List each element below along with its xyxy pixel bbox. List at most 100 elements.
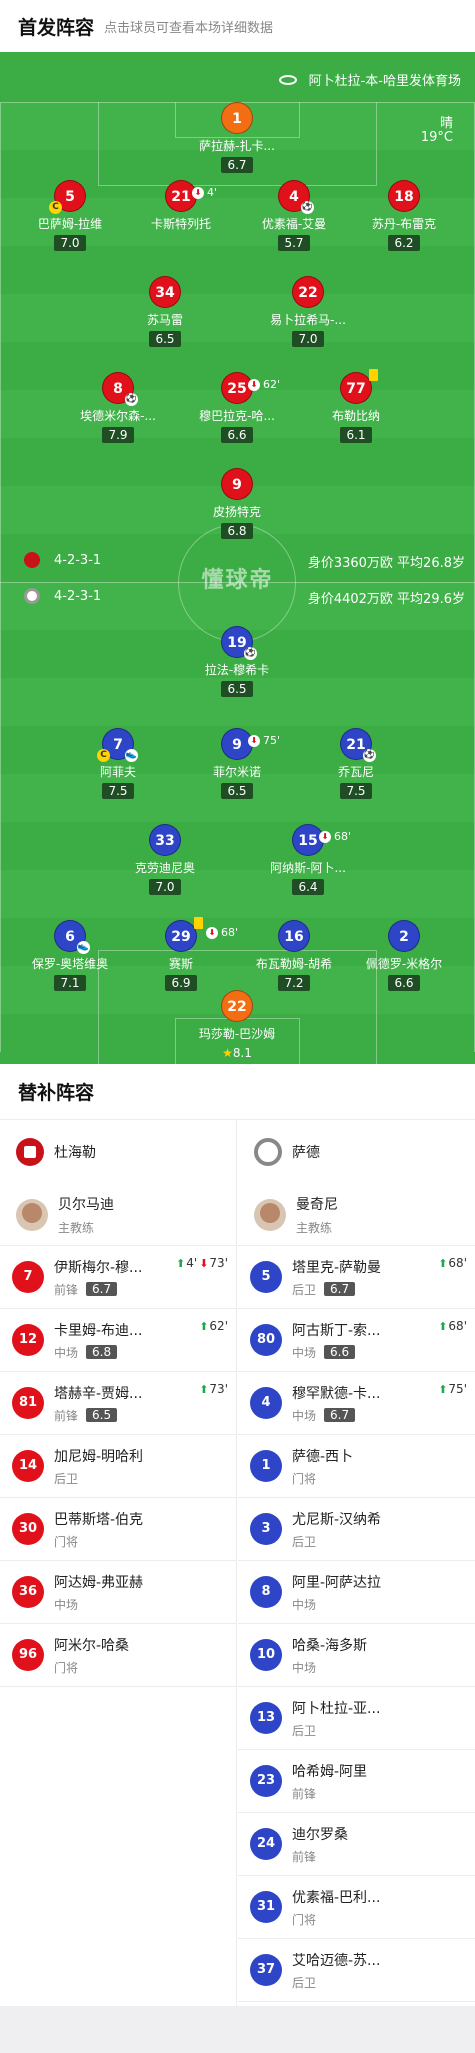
sub-player-number: 31	[250, 1891, 282, 1923]
home-player-18[interactable]: 18 苏丹-布雷克 6.2	[349, 180, 459, 251]
sub-events: ⬆ 73'	[199, 1382, 228, 1396]
away-player-22[interactable]: 22 玛莎勒-巴沙姆 ★8.1	[182, 990, 292, 1061]
home-player-4[interactable]: 4 ⚽ 优素福-艾曼 5.7	[239, 180, 349, 251]
home-player-8[interactable]: 8 ⚽ 埃德米尔森-... 7.9	[63, 372, 173, 443]
away-coach[interactable]: 曼奇尼 主教练	[238, 1184, 475, 1246]
sub-player-row[interactable]: 1 萨德-西卜 门将	[238, 1435, 475, 1498]
away-player-15[interactable]: 15 ⬇ 68' 阿纳斯-阿卜... 6.4	[253, 824, 363, 895]
player-rating: 7.9	[102, 427, 134, 443]
sub-player-name: 阿卜杜拉-亚...	[292, 1700, 381, 1717]
sub-player-row[interactable]: 7 伊斯梅尔-穆... 前锋 6.7 ⬆ 4' ⬇ 73'	[0, 1246, 236, 1309]
away-player-21[interactable]: 21 ⚽ 乔瓦尼 7.5	[301, 728, 411, 799]
sub-player-name: 阿达姆-弗亚赫	[54, 1574, 144, 1591]
away-player-7[interactable]: 7 C 👟 阿菲夫 7.5	[63, 728, 173, 799]
sub-player-row[interactable]: 23 哈希姆-阿里 前锋	[238, 1750, 475, 1813]
sub-player-row[interactable]: 3 尤尼斯-汉纳希 后卫	[238, 1498, 475, 1561]
sub-player-name: 塔赫辛-贾姆...	[54, 1385, 143, 1402]
captain-icon: C	[97, 749, 110, 762]
substitution-icon: ⬇	[248, 379, 260, 391]
player-number: 33	[149, 824, 181, 856]
sub-player-number: 23	[250, 1765, 282, 1797]
sub-in-icon: ⬆	[438, 1382, 448, 1396]
player-number: 29	[171, 929, 191, 945]
home-team-header[interactable]: 杜海勒	[0, 1120, 236, 1184]
sub-player-row[interactable]: 96 阿米尔-哈桑 门将	[0, 1624, 236, 1687]
home-player-21[interactable]: 21 ⬇ 4' 卡斯特列托	[126, 180, 236, 232]
away-player-33[interactable]: 33 克劳迪尼奥 7.0	[110, 824, 220, 895]
sub-player-position: 中场	[54, 1345, 79, 1360]
sub-player-row[interactable]: 36 阿达姆-弗亚赫 中场	[0, 1561, 236, 1624]
away-player-2[interactable]: 2 佩德罗-米格尔 6.6	[349, 920, 459, 991]
player-number: 9	[221, 468, 253, 500]
sub-player-name: 阿米尔-哈桑	[54, 1637, 130, 1654]
sub-player-position: 中场	[292, 1660, 317, 1675]
home-player-34[interactable]: 34 苏马雷 6.5	[110, 276, 220, 347]
assist-icon: 👟	[125, 749, 138, 762]
home-player-9[interactable]: 9 皮扬特克 6.8	[182, 468, 292, 539]
sub-player-number: 5	[250, 1261, 282, 1293]
home-team-name: 杜海勒	[54, 1145, 96, 1161]
sub-player-row[interactable]: 80 阿古斯丁-索... 中场 6.6 ⬆ 68'	[238, 1309, 475, 1372]
sub-player-row[interactable]: 4 穆罕默德-卡... 中场 6.7 ⬆ 75'	[238, 1372, 475, 1435]
home-player-22[interactable]: 22 易卜拉希马-... 7.0	[253, 276, 363, 347]
sub-player-row[interactable]: 10 哈桑-海多斯 中场	[238, 1624, 475, 1687]
home-player-77[interactable]: 77 布勒比纳 6.1	[301, 369, 411, 443]
sub-player-rating: 6.7	[324, 1408, 356, 1422]
home-player-25[interactable]: 25 ⬇ 62' 穆巴拉克-哈... 6.6	[182, 372, 292, 443]
player-name: 阿菲夫	[99, 765, 136, 779]
away-player-9[interactable]: 9 ⬇ 75' 菲尔米诺 6.5	[182, 728, 292, 799]
player-name: 巴萨姆-拉维	[37, 217, 103, 231]
sub-player-row[interactable]: 14 加尼姆-明哈利 后卫	[0, 1435, 236, 1498]
sub-player-row[interactable]: 12 卡里姆-布迪... 中场 6.8 ⬆ 62'	[0, 1309, 236, 1372]
player-number: 19	[227, 635, 247, 651]
away-player-19[interactable]: 19 ⚽ 拉法-穆希卡 6.5	[182, 626, 292, 697]
player-number: 1	[221, 102, 253, 134]
away-team-name: 萨德	[292, 1145, 320, 1161]
away-player-16[interactable]: 16 布瓦勒姆-胡希 7.2	[239, 920, 349, 991]
sub-player-position: 前锋	[54, 1408, 79, 1423]
coach-name: 曼奇尼	[296, 1196, 338, 1213]
player-rating: 6.2	[388, 235, 420, 251]
sub-events: ⬆ 62'	[199, 1319, 228, 1333]
player-name: 玛莎勒-巴沙姆	[198, 1027, 276, 1041]
sub-player-position: 后卫	[292, 1723, 317, 1738]
sub-player-position: 中场	[292, 1345, 317, 1360]
player-name: 穆巴拉克-哈...	[199, 409, 275, 423]
sub-player-name: 萨德-西卜	[292, 1448, 354, 1465]
sub-player-position: 后卫	[292, 1534, 317, 1549]
sub-player-position: 前锋	[292, 1786, 317, 1801]
player-number: 22	[221, 990, 253, 1022]
home-coach[interactable]: 贝尔马迪 主教练	[0, 1184, 236, 1246]
star-icon: ★	[222, 1046, 233, 1060]
away-player-6[interactable]: 6 👟 保罗-奥塔维奥 7.1	[15, 920, 125, 991]
sub-in-icon: ⬆	[199, 1382, 209, 1396]
sub-player-row[interactable]: 31 优素福-巴利... 门将	[238, 1876, 475, 1939]
home-player-5[interactable]: 5C 巴萨姆-拉维 7.0	[15, 180, 125, 251]
sub-player-row[interactable]: 81 塔赫辛-贾姆... 前锋 6.5 ⬆ 73'	[0, 1372, 236, 1435]
player-rating: 6.9	[165, 975, 197, 991]
sub-player-name: 阿里-阿萨达拉	[292, 1574, 382, 1591]
player-rating: 6.6	[388, 975, 420, 991]
sub-player-row[interactable]: 5 塔里克-萨勒曼 后卫 6.7 ⬆ 68'	[238, 1246, 475, 1309]
sub-player-number: 4	[250, 1387, 282, 1419]
coach-role: 主教练	[58, 1220, 95, 1235]
sub-player-row[interactable]: 24 迪尔罗桑 前锋	[238, 1813, 475, 1876]
sub-player-row[interactable]: 8 阿里-阿萨达拉 中场	[238, 1561, 475, 1624]
home-formation-text: 4-2-3-1	[54, 552, 102, 568]
sub-player-position: 中场	[292, 1408, 317, 1423]
away-player-29[interactable]: 29 ⬇ 68' 赛斯 6.9	[126, 917, 238, 991]
sub-player-rating: 6.8	[86, 1345, 118, 1359]
sub-player-number: 14	[12, 1450, 44, 1482]
assist-icon: 👟	[77, 941, 90, 954]
sub-player-rating: 6.6	[324, 1345, 356, 1359]
away-team-header[interactable]: 萨德	[238, 1120, 475, 1184]
sub-player-row[interactable]: 37 艾哈迈德-苏... 后卫	[238, 1939, 475, 2002]
player-number: 16	[278, 920, 310, 952]
player-name: 埃德米尔森-...	[80, 409, 156, 423]
player-number: 9	[232, 737, 242, 753]
sub-player-row[interactable]: 13 阿卜杜拉-亚... 后卫	[238, 1687, 475, 1750]
sub-player-row[interactable]: 30 巴蒂斯塔-伯克 门将	[0, 1498, 236, 1561]
home-player-1[interactable]: 1 萨拉赫-扎卡... 6.7	[182, 102, 292, 173]
sub-player-number: 1	[250, 1450, 282, 1482]
player-name: 保罗-奥塔维奥	[31, 957, 109, 971]
